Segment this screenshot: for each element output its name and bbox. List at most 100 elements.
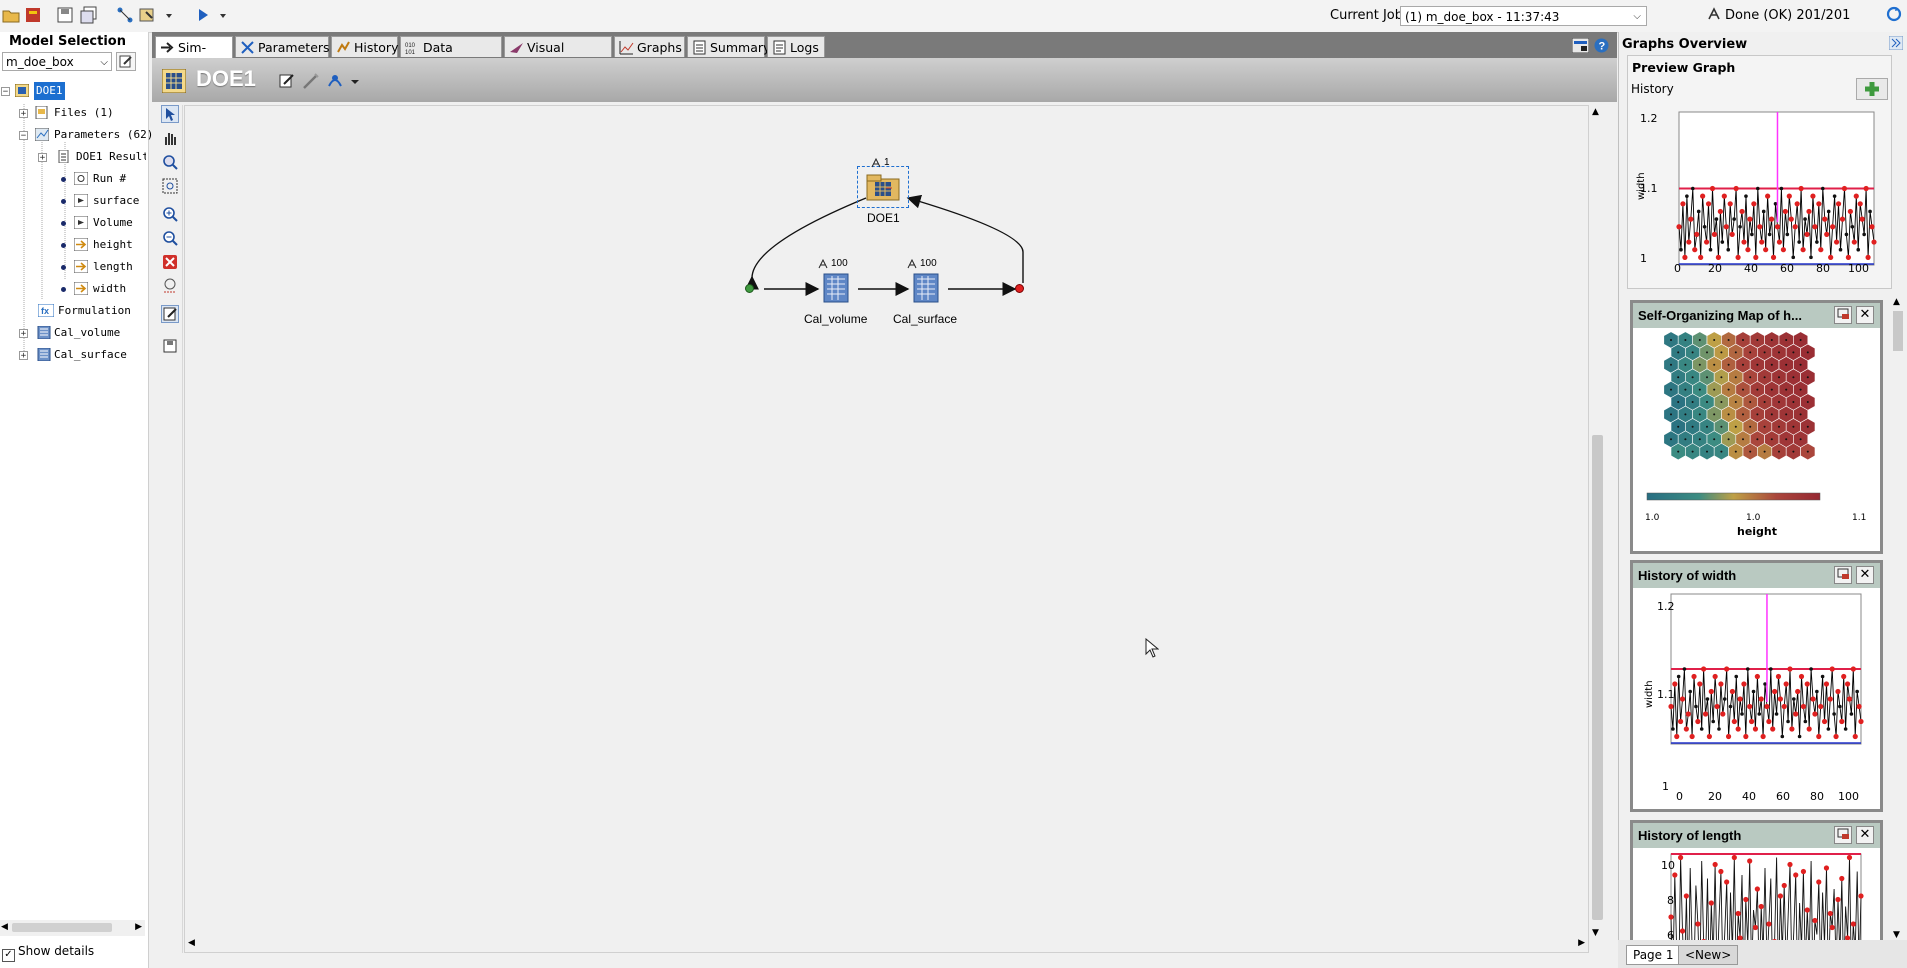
close-icon[interactable]: ✕ xyxy=(1856,306,1874,324)
save-all-icon[interactable] xyxy=(80,6,98,24)
edit-icon[interactable] xyxy=(278,72,296,93)
data-point xyxy=(1798,673,1805,680)
expand-icon[interactable]: + xyxy=(19,109,28,119)
open-folder-icon[interactable] xyxy=(2,6,20,24)
model-select-value: m_doe_box xyxy=(6,55,74,69)
model-select[interactable]: m_doe_box ⌵ xyxy=(2,52,112,71)
zoom-area-icon[interactable] xyxy=(161,153,179,171)
scroll-right-icon[interactable]: ▶ xyxy=(135,922,142,932)
show-details-checkbox[interactable]: ✓ Show details xyxy=(2,944,94,962)
edit-model-button[interactable] xyxy=(116,52,136,71)
delete-icon[interactable] xyxy=(161,253,179,271)
data-point xyxy=(1838,704,1842,709)
data-point xyxy=(1824,231,1830,237)
som-node-marker xyxy=(1770,339,1773,341)
data-point xyxy=(1683,726,1689,732)
expand-icon[interactable]: + xyxy=(19,329,28,339)
output-param-icon xyxy=(73,193,89,208)
workflow-title-bar xyxy=(152,58,1617,102)
collapse-icon[interactable]: − xyxy=(1,87,10,97)
graphs-vertical-scrollbar[interactable]: ▲ ▼ xyxy=(1890,295,1905,940)
network-icon[interactable] xyxy=(116,6,134,24)
collapse-icon[interactable]: − xyxy=(19,131,28,141)
maximize-icon[interactable] xyxy=(1834,826,1852,844)
auto-layout-icon[interactable] xyxy=(161,277,179,295)
model-tools-icon[interactable] xyxy=(138,6,156,24)
note-tool-icon[interactable] xyxy=(161,305,179,323)
start-node[interactable] xyxy=(745,284,754,293)
som-node-marker xyxy=(1727,438,1730,441)
doe1-node[interactable] xyxy=(857,166,909,208)
tab-visual-design[interactable]: Visual Design xyxy=(504,36,612,76)
data-point xyxy=(1737,696,1743,702)
scrollbar-thumb[interactable] xyxy=(1592,435,1603,920)
tab-sim-flow[interactable]: Sim-flow xyxy=(155,36,233,76)
help-icon[interactable]: ? xyxy=(1594,38,1609,56)
calculator-node-icon[interactable] xyxy=(823,273,849,306)
tab-summary[interactable]: Summary xyxy=(687,36,770,57)
calculator-node-icon[interactable] xyxy=(913,273,939,306)
close-icon[interactable]: ✕ xyxy=(1856,826,1874,844)
zoom-fit-icon[interactable] xyxy=(161,177,179,195)
scroll-up-icon[interactable]: ▲ xyxy=(1893,297,1900,307)
wand-icon[interactable] xyxy=(302,72,320,93)
expand-icon[interactable]: + xyxy=(38,153,47,163)
save-layout-icon[interactable] xyxy=(161,337,179,355)
maximize-icon[interactable] xyxy=(1834,306,1852,324)
data-point xyxy=(1809,667,1813,671)
expand-icon[interactable]: + xyxy=(19,351,28,361)
close-icon[interactable]: ✕ xyxy=(1856,566,1874,584)
current-job-select[interactable]: (1) m_doe_box - 11:37:43 ⌵ xyxy=(1400,6,1647,26)
collapse-panel-icon[interactable] xyxy=(1888,35,1904,53)
archive-icon[interactable] xyxy=(24,6,42,24)
scroll-right-icon[interactable]: ▶ xyxy=(1578,938,1585,948)
colorbar-label: height xyxy=(1737,525,1778,538)
layout-icon[interactable] xyxy=(1571,37,1590,56)
data-point xyxy=(1800,703,1807,710)
page-tab-new[interactable]: <New> xyxy=(1678,945,1739,965)
data-point xyxy=(1733,185,1739,192)
maximize-icon[interactable] xyxy=(1834,566,1852,584)
add-graph-button[interactable] xyxy=(1856,78,1888,100)
graph-card-history-length[interactable]: History of length ✕ xyxy=(1630,820,1883,968)
scroll-up-icon[interactable]: ▲ xyxy=(1592,107,1599,117)
data-point xyxy=(1758,903,1764,910)
data-point xyxy=(1787,861,1793,868)
scroll-left-icon[interactable]: ◀ xyxy=(1,922,8,932)
scroll-down-icon[interactable]: ▼ xyxy=(1592,928,1599,938)
tab-logs[interactable]: Logs xyxy=(767,36,825,57)
graph-card-history-width[interactable]: History of width ✕ xyxy=(1630,560,1883,812)
data-point xyxy=(1677,854,1684,861)
x-tick-label: 80 xyxy=(1810,790,1824,803)
run-dropdown-icon[interactable] xyxy=(214,6,226,24)
layout-tools-icon[interactable] xyxy=(326,72,344,93)
scroll-left-icon[interactable]: ◀ xyxy=(188,938,195,948)
run-icon[interactable] xyxy=(194,6,212,24)
tab-parameters[interactable]: Parameters xyxy=(235,36,330,57)
tab-history[interactable]: History xyxy=(331,36,398,57)
scrollbar-thumb[interactable] xyxy=(1893,311,1903,351)
tab-data-analysis[interactable]: 010101 Data Analysis xyxy=(400,36,502,76)
canvas-vertical-scrollbar[interactable]: ▲ ▼ xyxy=(1589,105,1605,940)
end-node[interactable] xyxy=(1015,284,1024,293)
scrollbar-thumb[interactable] xyxy=(12,923,112,932)
zoom-out-icon[interactable] xyxy=(161,229,179,247)
workflow-title: DOE1 xyxy=(196,66,256,91)
tree-horizontal-scrollbar[interactable]: ◀ ▶ xyxy=(0,920,145,936)
save-icon[interactable] xyxy=(56,6,74,24)
model-tools-dropdown-icon[interactable] xyxy=(160,6,172,24)
select-tool-icon[interactable] xyxy=(161,105,179,123)
tree-item-doe1-results[interactable]: + DOE1 Results xyxy=(0,148,146,166)
canvas-horizontal-scrollbar[interactable]: ◀ ▶ xyxy=(184,936,1589,953)
tab-graphs[interactable]: Graphs xyxy=(614,36,685,57)
zoom-in-icon[interactable] xyxy=(161,205,179,223)
pan-tool-icon[interactable] xyxy=(161,129,179,147)
scroll-down-icon[interactable]: ▼ xyxy=(1893,930,1900,940)
input-param-icon xyxy=(73,259,89,274)
data-point xyxy=(1823,681,1830,687)
refresh-icon[interactable] xyxy=(1886,6,1902,25)
chevron-down-icon[interactable] xyxy=(350,72,360,93)
graphs-overview-title: Graphs Overview xyxy=(1622,37,1748,52)
bullet-icon xyxy=(61,199,66,204)
page-tab-1[interactable]: Page 1 xyxy=(1626,945,1681,965)
